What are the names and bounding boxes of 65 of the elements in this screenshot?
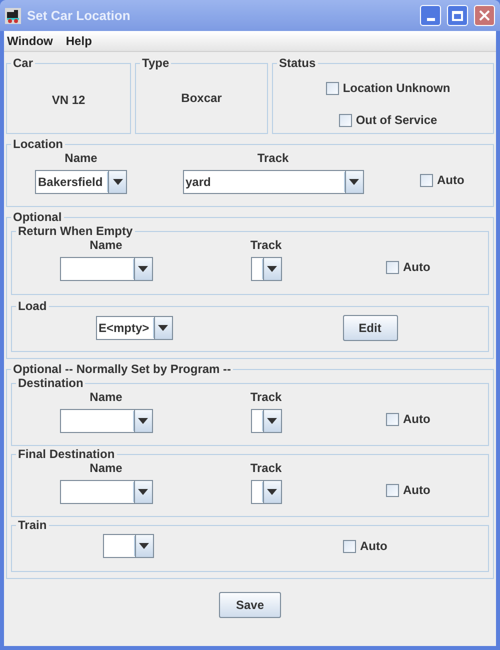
edit-button[interactable]: Edit [342,315,398,341]
menu-item[interactable]: Window [7,32,53,50]
checkbox[interactable] [343,540,356,552]
caret-icon [138,489,148,495]
dropdown[interactable]: E<mpty> [96,316,172,340]
group-title: Car [12,56,34,70]
checkbox-label: Auto [403,482,430,499]
checkbox[interactable] [338,114,352,126]
dropdown[interactable]: yard [182,170,364,194]
checkbox-label: Auto [437,172,464,189]
dropdown[interactable] [250,257,282,281]
group-title: Optional -- Normally Set by Program -- [12,362,232,376]
type-value: Boxcar [181,90,222,107]
column-label: Name [90,390,122,404]
caret-icon [112,179,122,185]
dropdown[interactable] [102,534,154,558]
dropdown[interactable] [250,480,282,504]
group-title: Final Destination [17,447,116,461]
dropdown[interactable]: Bakersfield [35,170,127,194]
minimize-button[interactable] [420,5,441,26]
caret-icon [267,418,277,424]
column-label: Name [90,461,122,475]
column-label: Track [250,461,282,475]
group-title: Location [12,137,64,151]
checkbox[interactable] [386,260,399,274]
group-title: Return When Empty [17,224,134,238]
save-button[interactable]: Save [219,592,281,618]
dropdown-value: yard [186,174,211,191]
group-title: Type [141,56,170,70]
locomotive-icon [5,8,21,24]
caret-icon [138,266,148,272]
caret-icon [158,325,168,331]
caret-icon [267,266,277,272]
close-icon [479,10,490,21]
checkbox[interactable] [420,174,433,186]
column-label: Name [90,238,122,252]
checkbox-label: Auto [360,538,388,555]
checkbox[interactable] [326,82,339,94]
column-label: Name [64,151,98,165]
caret-icon [139,543,149,549]
maximize-button[interactable] [447,5,468,26]
menu-item[interactable]: Help [66,32,92,50]
group-title: Destination [17,376,84,390]
dropdown[interactable] [250,409,282,433]
checkbox[interactable] [386,484,399,496]
group-title: Status [278,56,317,70]
column-label: Track [250,238,282,252]
column-label: Track [250,390,282,404]
checkbox[interactable] [386,412,399,426]
checkbox-label: Auto [403,411,430,428]
window-title: Set Car Location [27,6,132,25]
group-title: Load [17,299,48,313]
caret-icon [267,489,277,495]
group-title: Optional [12,210,63,224]
group-title: Train [17,518,48,532]
checkbox-label: Location Unknown [342,80,450,97]
checkbox-label: Auto [403,259,430,276]
car-value: VN 12 [52,92,86,108]
caret-icon [138,418,148,424]
dropdown-value: E<mpty> [98,320,150,337]
column-label: Track [257,151,289,165]
close-button[interactable] [474,5,495,26]
dropdown-value: Bakersfield [38,174,103,191]
checkbox-label: Out of Service [356,112,438,129]
caret-icon [349,179,359,185]
